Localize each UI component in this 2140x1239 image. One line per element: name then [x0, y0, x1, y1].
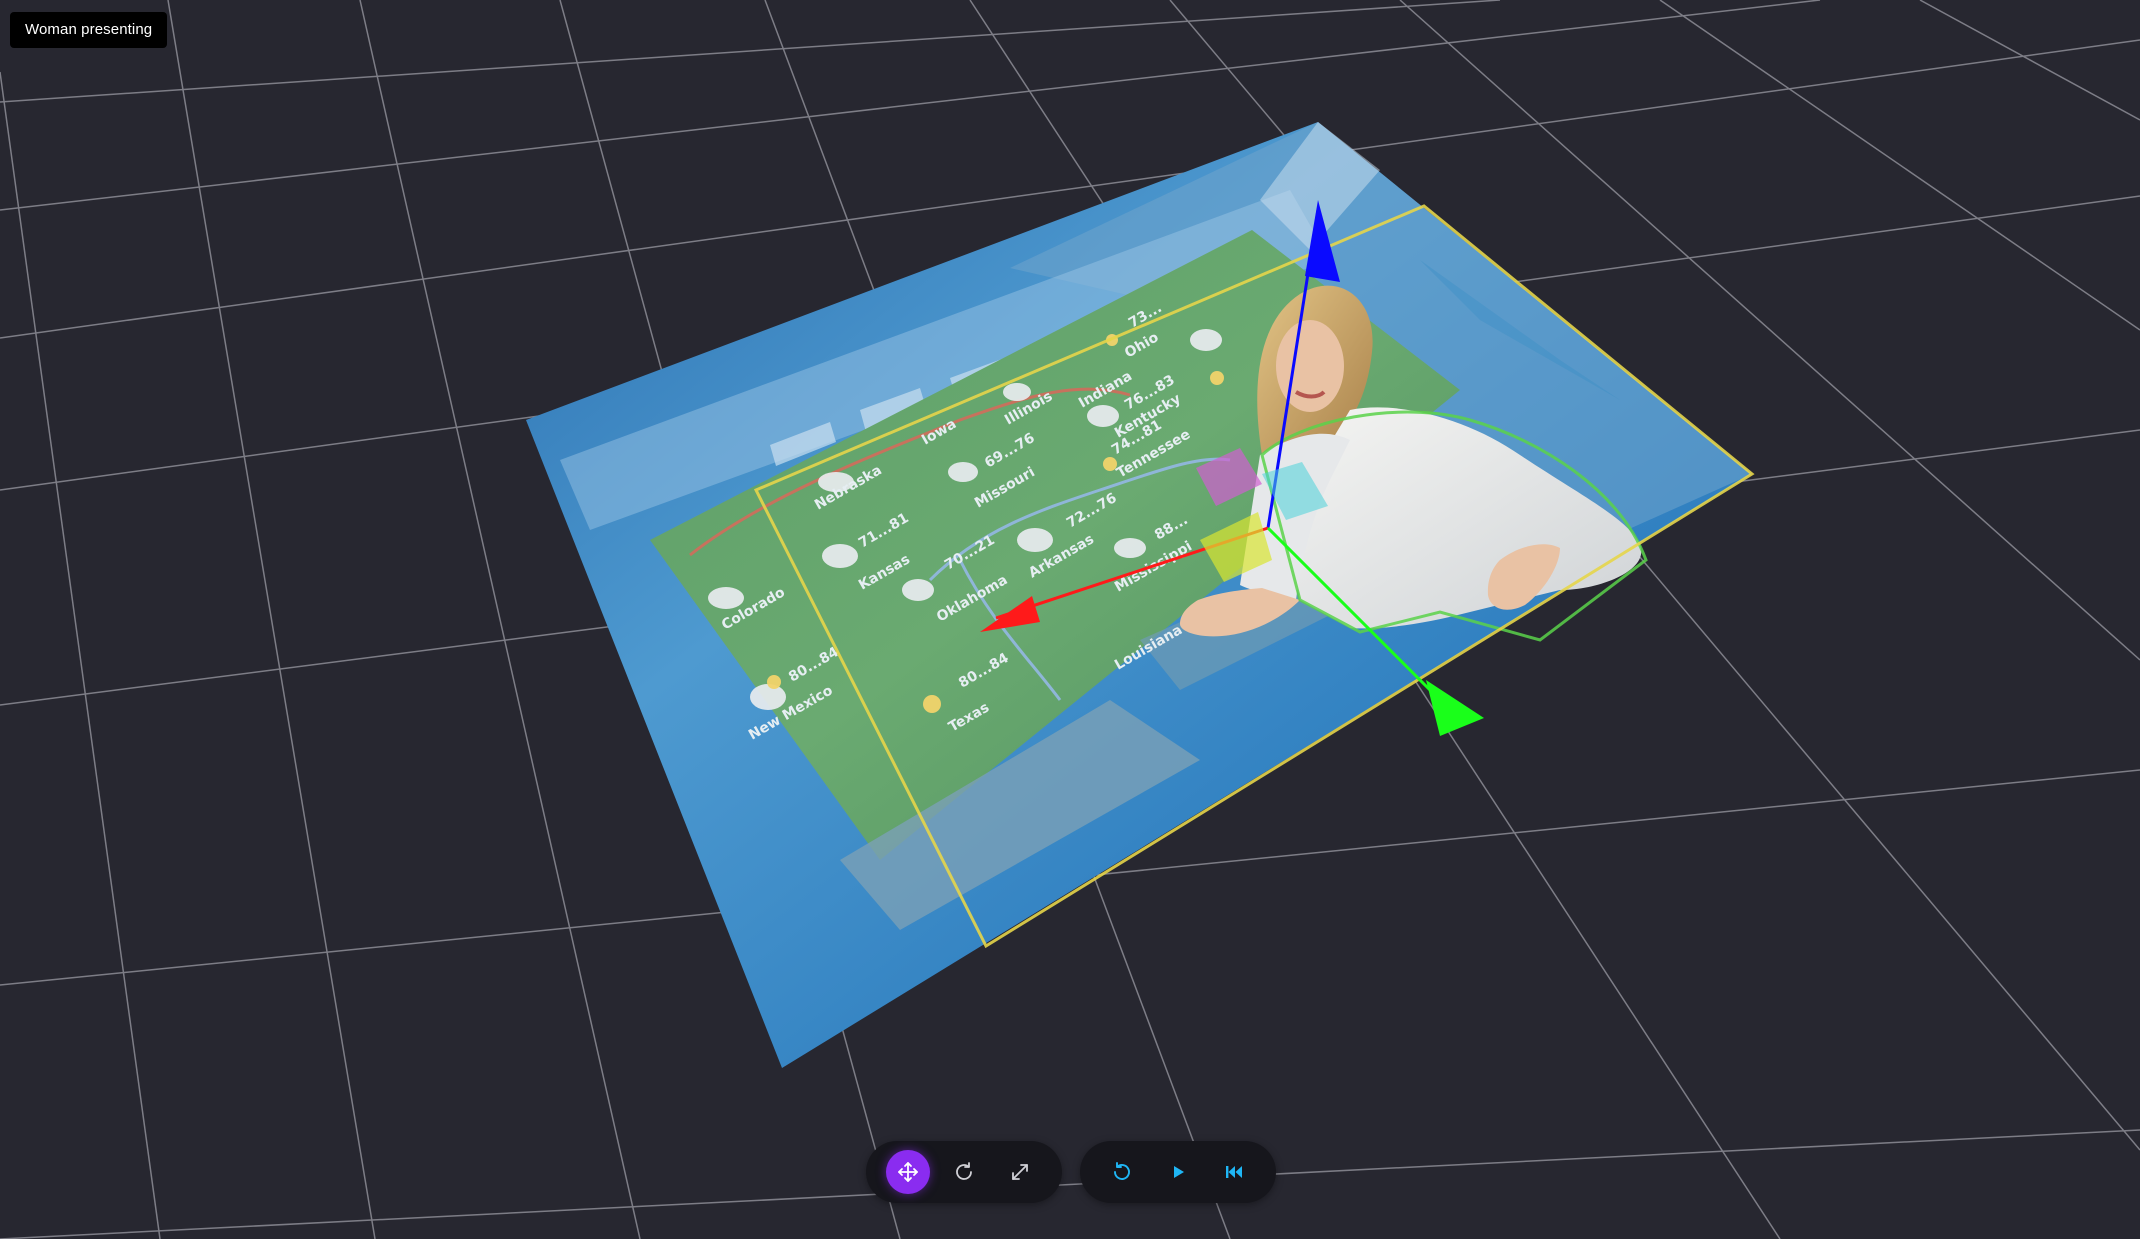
playback-toolbar [1080, 1141, 1276, 1203]
object-name-tooltip: Woman presenting [10, 12, 168, 48]
transform-toolbar [866, 1141, 1062, 1203]
rotate-icon [956, 1162, 972, 1180]
move-arrows-icon [898, 1162, 918, 1182]
loop-button[interactable] [1100, 1150, 1144, 1194]
loop-icon [1114, 1162, 1130, 1180]
skip-back-icon [1226, 1166, 1242, 1178]
scale-expand-icon [1012, 1164, 1028, 1180]
scale-tool-button[interactable] [998, 1150, 1042, 1194]
3d-viewport[interactable]: Nebraska Iowa Illinois Indiana Ohio Kent… [0, 0, 2140, 1239]
play-button[interactable] [1156, 1150, 1200, 1194]
rewind-button[interactable] [1212, 1150, 1256, 1194]
rotate-tool-button[interactable] [942, 1150, 986, 1194]
play-icon [1174, 1166, 1184, 1178]
gizmo-axis-z-handle[interactable] [1426, 680, 1484, 736]
video-plane[interactable]: Nebraska Iowa Illinois Indiana Ohio Kent… [526, 122, 1752, 1068]
move-tool-button[interactable] [886, 1150, 930, 1194]
